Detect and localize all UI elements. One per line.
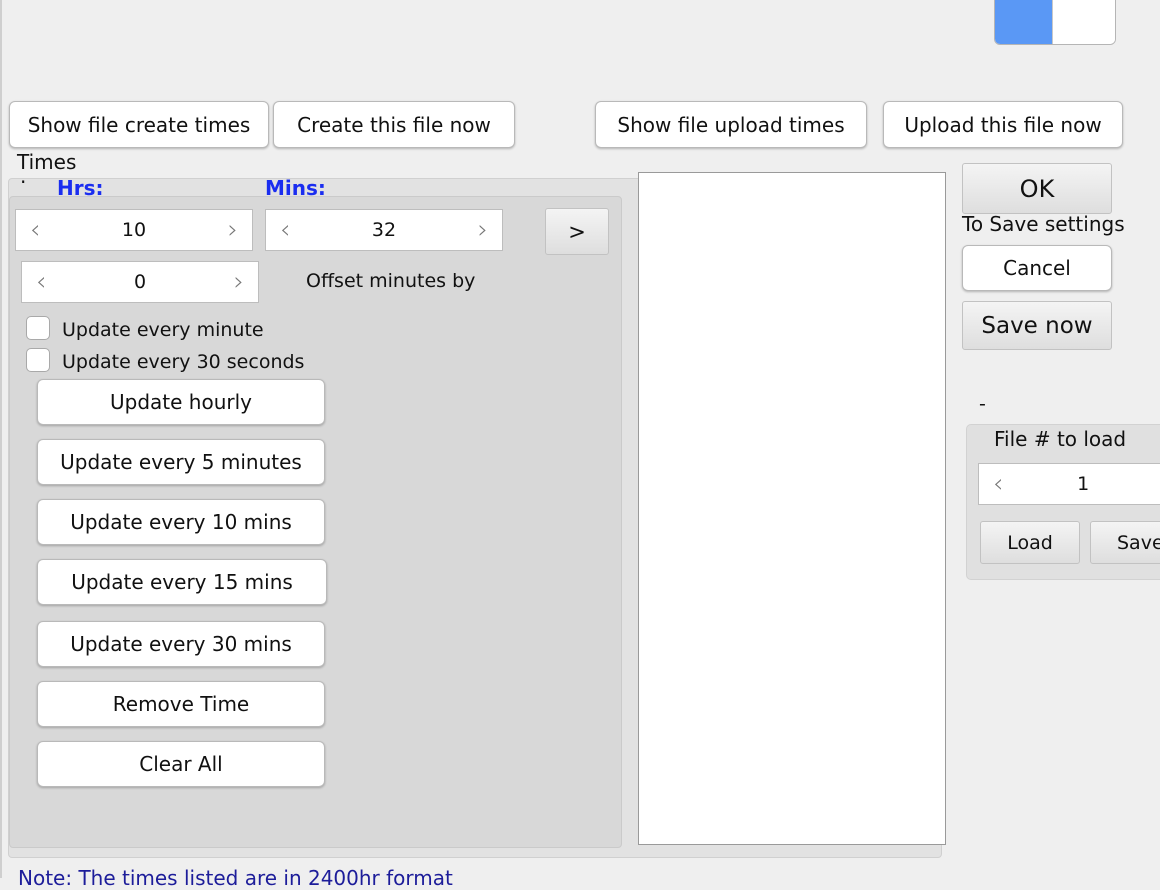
update-every-30-mins-button[interactable]: Update every 30 mins xyxy=(37,621,325,667)
chevron-right-icon[interactable]: › xyxy=(234,269,244,295)
load-button[interactable]: Load xyxy=(980,521,1080,564)
update-every-minute-label: Update every minute xyxy=(62,319,264,341)
save-settings-hint: To Save settings xyxy=(962,212,1125,236)
hrs-label: Hrs: xyxy=(57,176,104,200)
add-time-button[interactable]: > xyxy=(545,208,609,255)
clear-all-button[interactable]: Clear All xyxy=(37,741,325,787)
view-toggle[interactable] xyxy=(994,0,1116,45)
toggle-left-segment[interactable] xyxy=(995,0,1052,44)
chevron-left-icon[interactable]: ‹ xyxy=(280,217,290,243)
update-every-minute-checkbox[interactable] xyxy=(26,316,50,340)
show-file-create-times-button[interactable]: Show file create times xyxy=(9,101,269,148)
update-every-10-mins-button[interactable]: Update every 10 mins xyxy=(37,499,325,545)
chevron-left-icon[interactable]: ‹ xyxy=(30,217,40,243)
times-list[interactable] xyxy=(638,172,946,845)
offset-value: 0 xyxy=(133,271,147,293)
chevron-left-icon[interactable]: ‹ xyxy=(993,471,1003,497)
update-every-5-minutes-button[interactable]: Update every 5 minutes xyxy=(37,439,325,485)
chevron-left-icon[interactable]: ‹ xyxy=(36,269,46,295)
file-load-label: File # to load xyxy=(994,427,1127,451)
save-file-button[interactable]: Save xyxy=(1090,521,1160,564)
remove-time-button[interactable]: Remove Time xyxy=(37,681,325,727)
cancel-button[interactable]: Cancel xyxy=(962,245,1112,291)
update-every-15-mins-button[interactable]: Update every 15 mins xyxy=(37,559,327,605)
show-file-upload-times-button[interactable]: Show file upload times xyxy=(595,101,867,148)
panel-dot: · xyxy=(20,170,27,194)
upload-this-file-now-button[interactable]: Upload this file now xyxy=(883,101,1123,148)
update-every-30-seconds-label: Update every 30 seconds xyxy=(62,351,305,373)
file-number-value: 1 xyxy=(1077,473,1090,495)
update-every-30-seconds-checkbox[interactable] xyxy=(26,348,50,372)
hours-value: 10 xyxy=(121,219,147,241)
chevron-right-icon[interactable]: › xyxy=(228,217,238,243)
offset-label: Offset minutes by xyxy=(306,270,476,292)
offset-stepper[interactable]: ‹ 0 › xyxy=(21,261,259,303)
left-border xyxy=(0,0,2,878)
save-now-button[interactable]: Save now xyxy=(962,301,1112,350)
dash-label: - xyxy=(979,393,986,415)
file-number-stepper[interactable]: ‹ 1 xyxy=(978,463,1160,505)
toggle-right-segment[interactable] xyxy=(1052,0,1115,44)
update-hourly-button[interactable]: Update hourly xyxy=(37,379,325,425)
hours-stepper[interactable]: ‹ 10 › xyxy=(15,209,253,251)
create-this-file-now-button[interactable]: Create this file now xyxy=(273,101,515,148)
minutes-stepper[interactable]: ‹ 32 › xyxy=(265,209,503,251)
format-note: Note: The times listed are in 2400hr for… xyxy=(18,866,453,890)
minutes-value: 32 xyxy=(371,219,397,241)
mins-label: Mins: xyxy=(265,176,326,200)
chevron-right-icon[interactable]: › xyxy=(478,217,488,243)
ok-button[interactable]: OK xyxy=(962,163,1112,214)
